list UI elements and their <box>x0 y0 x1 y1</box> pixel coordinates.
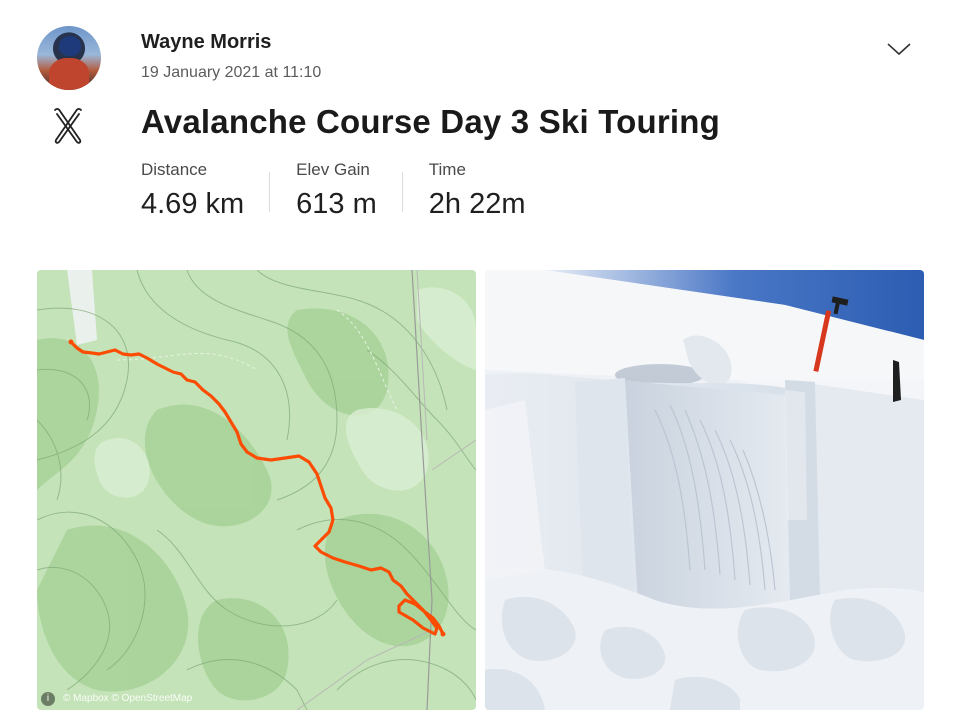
activity-stats: Distance 4.69 km Elev Gain 613 m Time 2h… <box>141 160 578 224</box>
snow-pit-photo[interactable] <box>485 270 924 710</box>
stat-value: 613 m <box>296 188 377 220</box>
info-icon[interactable]: i <box>41 692 55 706</box>
avatar-helmet <box>59 36 81 56</box>
stat-distance: Distance 4.69 km <box>141 160 271 224</box>
activity-title[interactable]: Avalanche Course Day 3 Ski Touring <box>141 103 720 141</box>
stat-value: 2h 22m <box>428 188 526 220</box>
stat-elev-gain: Elev Gain 613 m <box>296 160 403 224</box>
stat-value: 4.69 km <box>141 188 245 220</box>
stat-label: Elev Gain <box>296 160 370 179</box>
athlete-name[interactable]: Wayne Morris <box>141 31 271 54</box>
avatar-jacket <box>49 58 89 90</box>
chevron-down-icon[interactable] <box>884 38 914 60</box>
map-attribution[interactable]: © Mapbox © OpenStreetMap <box>63 693 192 704</box>
route-map[interactable]: i © Mapbox © OpenStreetMap <box>37 270 476 710</box>
stat-label: Time <box>428 160 466 179</box>
stat-time: Time 2h 22m <box>429 160 552 224</box>
activity-date: 19 January 2021 at 11:10 <box>141 64 322 81</box>
athlete-avatar[interactable] <box>37 26 101 90</box>
ski-touring-icon <box>50 106 86 146</box>
stat-label: Distance <box>141 160 208 179</box>
